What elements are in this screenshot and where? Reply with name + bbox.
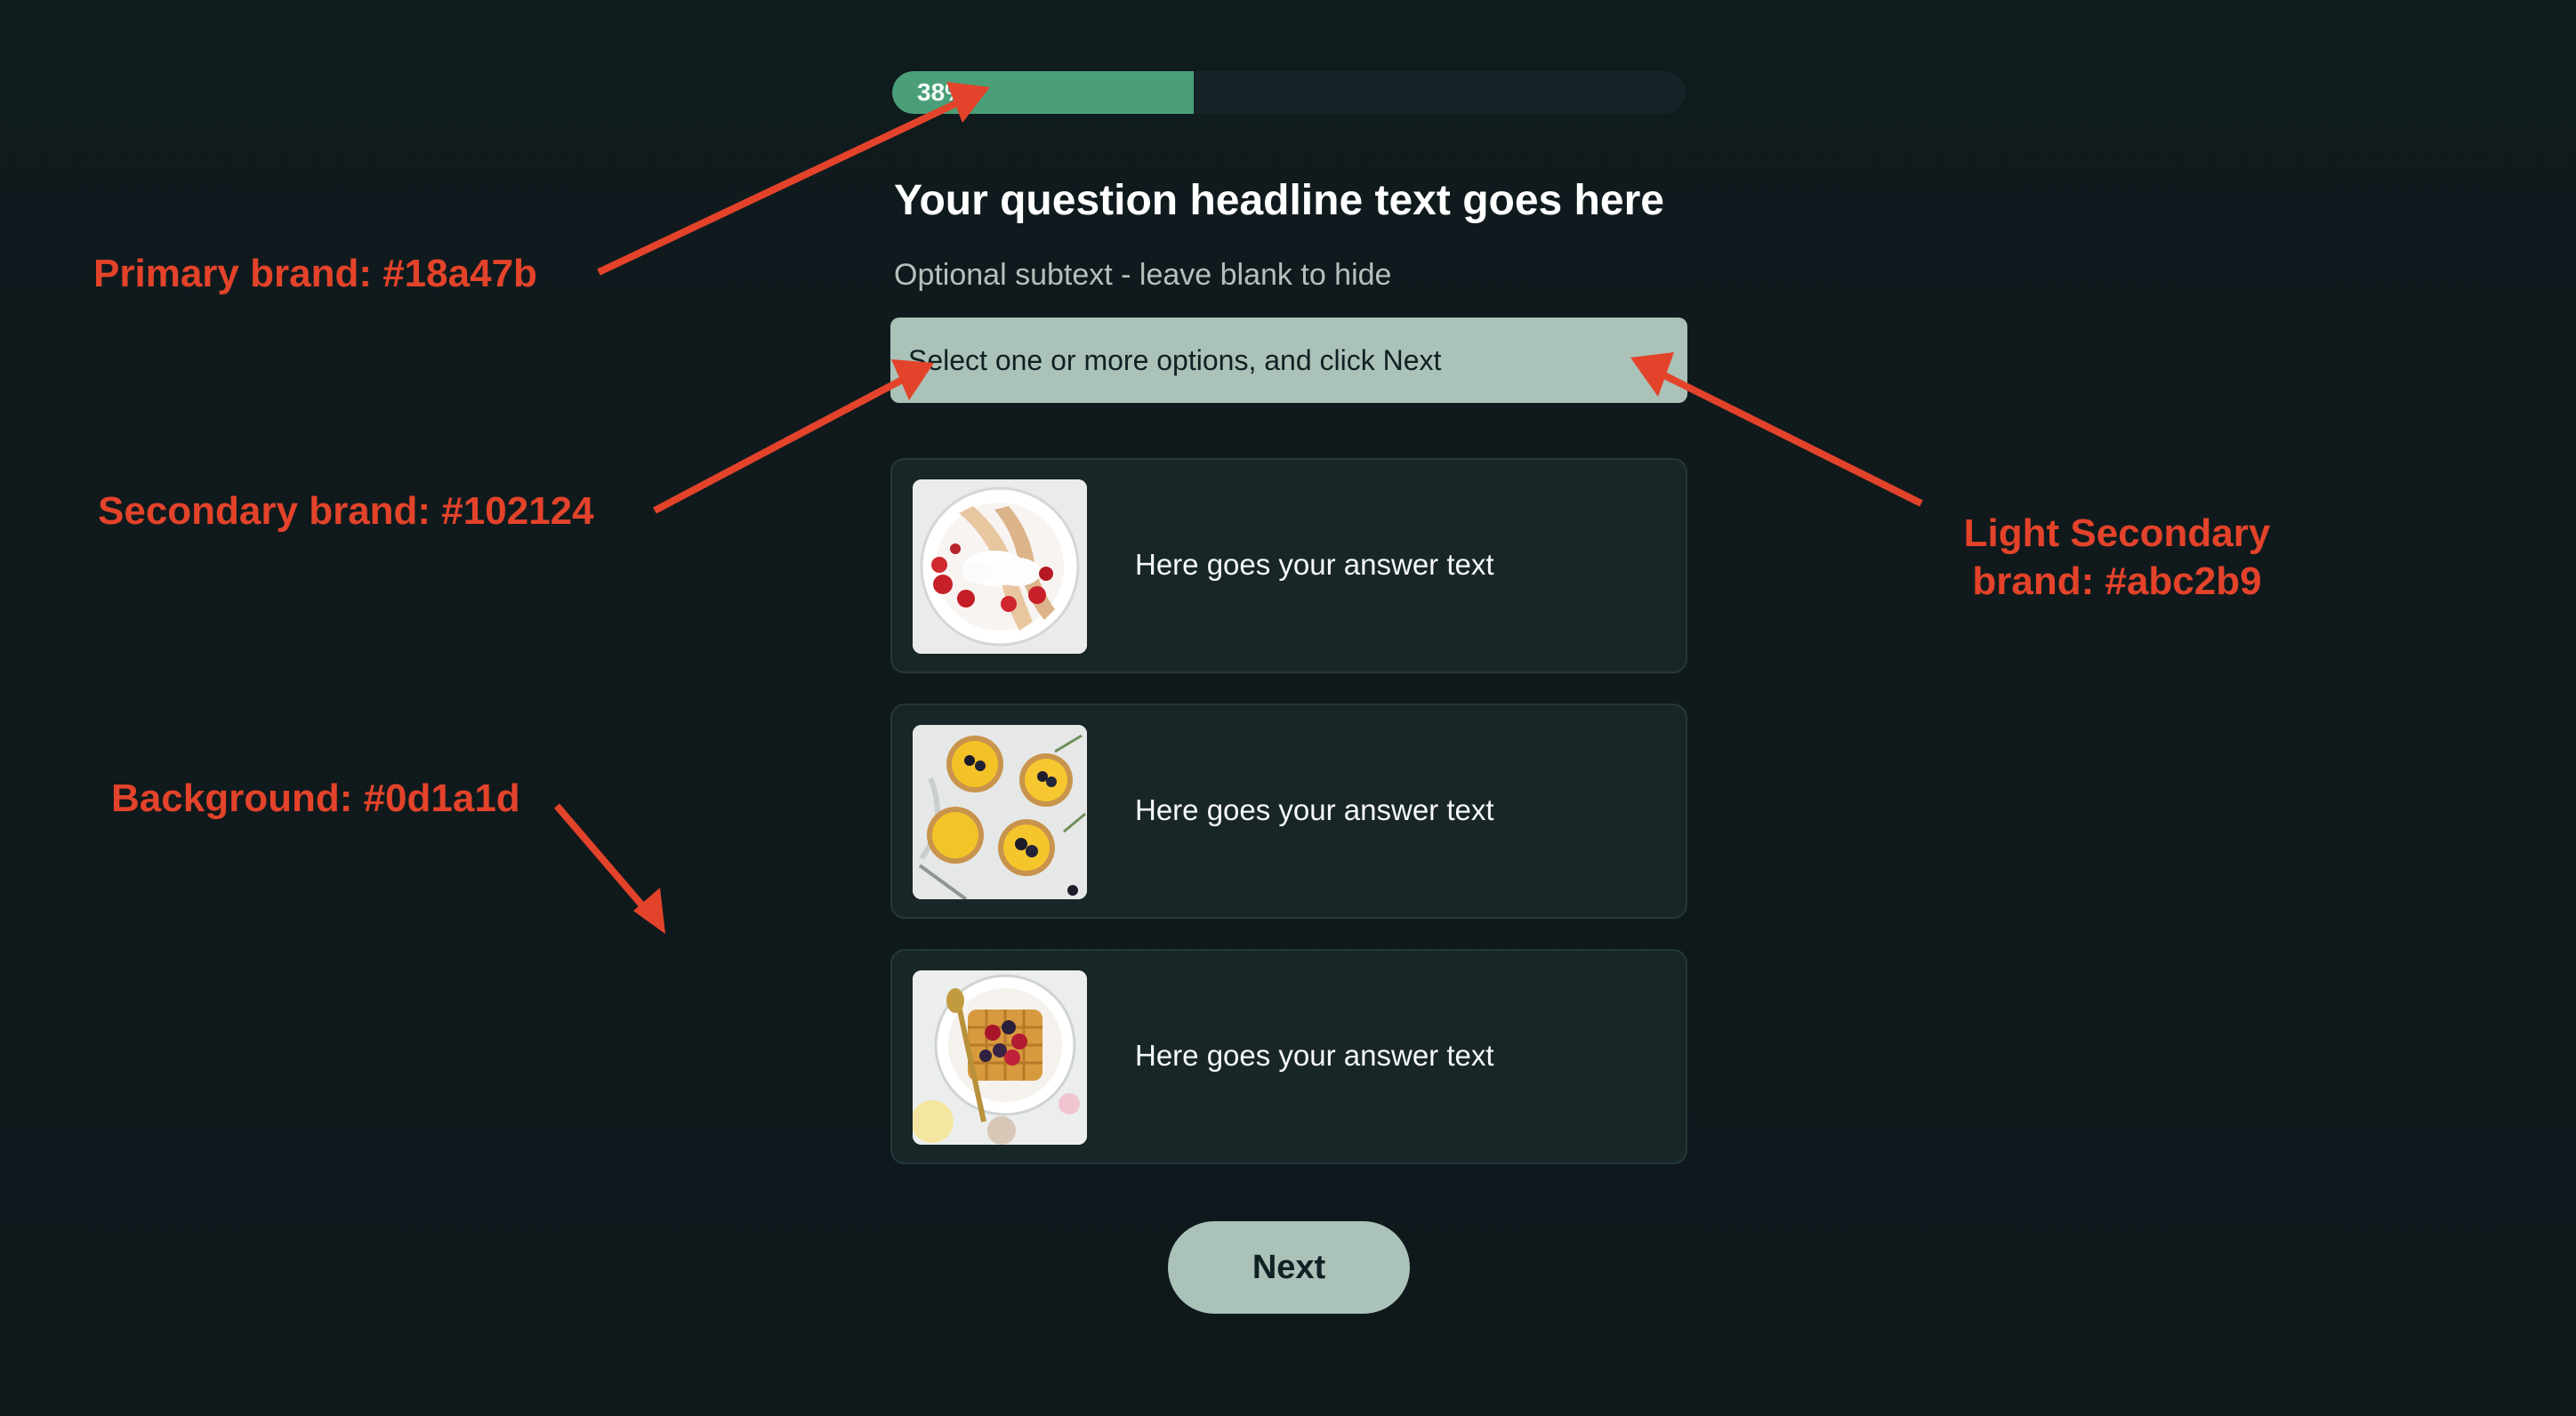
background-arrow-line <box>553 803 651 914</box>
annotation-light-secondary-line-2: brand: #abc2b9 <box>1972 559 2262 603</box>
next-button[interactable]: Next <box>1168 1221 1410 1314</box>
annotation-primary-brand: Primary brand: #18a47b <box>93 252 537 295</box>
crepes-image <box>913 479 1087 654</box>
answer-option-2[interactable]: Here goes your answer text <box>890 704 1687 919</box>
survey-page: 38% Your question headline text goes her… <box>0 0 2576 1416</box>
question-headline: Your question headline text goes here <box>894 177 1664 224</box>
answer-text-2: Here goes your answer text <box>1135 793 1494 826</box>
answer-option-1[interactable]: Here goes your answer text <box>890 458 1687 673</box>
instruction-text: Select one or more options, and click Ne… <box>908 343 1442 376</box>
annotation-background: Background: #0d1a1d <box>111 776 520 820</box>
light-secondary-arrow-line <box>1659 370 1923 507</box>
progress-label: 38% <box>917 78 968 106</box>
secondary-arrow-line <box>653 374 909 514</box>
background-arrow-head <box>633 888 665 934</box>
question-subtext: Optional subtext - leave blank to hide <box>894 258 1392 292</box>
annotation-light-secondary-brand: Light Secondary brand: #abc2b9 <box>1939 510 2295 606</box>
answer-text-1: Here goes your answer text <box>1135 548 1494 581</box>
annotation-light-secondary-line-1: Light Secondary <box>1963 511 2271 555</box>
waffle-image <box>913 970 1087 1145</box>
answer-text-3: Here goes your answer text <box>1135 1039 1494 1072</box>
answer-option-3[interactable]: Here goes your answer text <box>890 949 1687 1164</box>
annotation-secondary-brand: Secondary brand: #102124 <box>98 489 594 533</box>
instruction-banner: Select one or more options, and click Ne… <box>890 318 1687 403</box>
progress-bar: 38% <box>892 71 1686 114</box>
tarts-image <box>913 725 1087 899</box>
